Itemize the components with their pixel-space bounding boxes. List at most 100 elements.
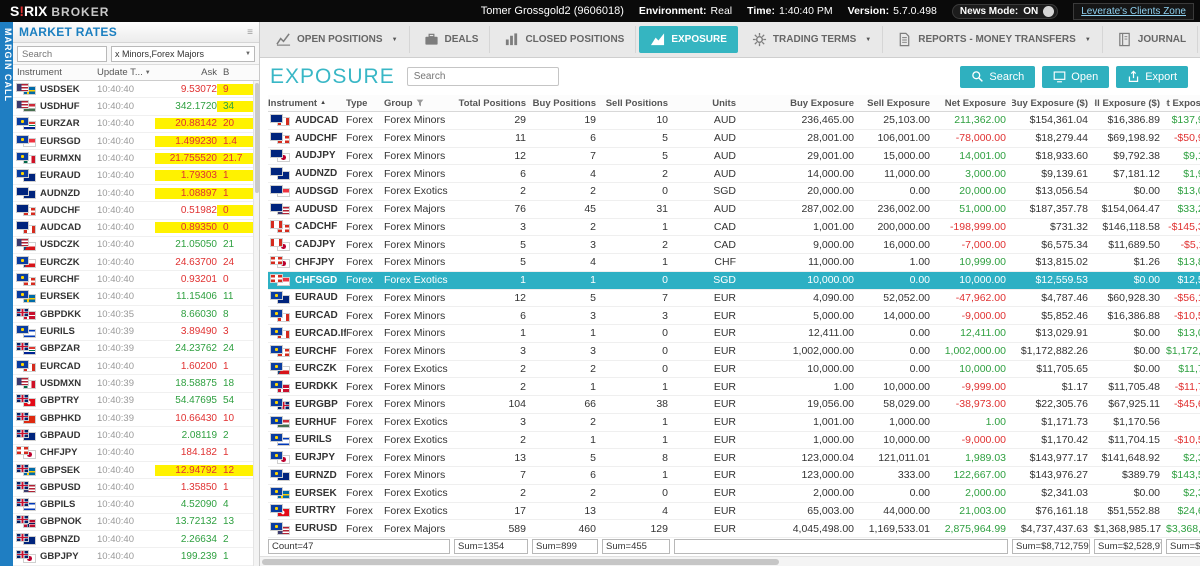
market-rate-row[interactable]: EURCAD10:40:401.602001	[13, 358, 259, 375]
exposure-row[interactable]: EURILSForexForex Exotics211EUR1,000.0010…	[268, 432, 1200, 450]
exposure-row[interactable]: AUDUSDForexForex Majors764531AUD287,002.…	[268, 201, 1200, 219]
col-header-sell-exposure[interactable]: Sell Exposure ($)	[1094, 98, 1166, 109]
scrollbar-thumb[interactable]	[255, 83, 259, 193]
col-header-sell-positions[interactable]: Sell Positions	[602, 98, 674, 109]
market-rate-row[interactable]: EURCHF10:40:400.932010	[13, 271, 259, 288]
market-rate-row[interactable]: GBPNOK10:40:4013.7213213	[13, 514, 259, 531]
tab-exposure[interactable]: EXPOSURE	[639, 26, 738, 53]
market-rate-row[interactable]: GBPUSD10:40:401.358501	[13, 479, 259, 496]
col-header-buy-exposure[interactable]: Buy Exposure	[742, 98, 860, 109]
exposure-row[interactable]: AUDJPYForexForex Minors1275AUD29,001.001…	[268, 148, 1200, 166]
margin-call-tab[interactable]: MARGIN CALL	[0, 22, 13, 566]
market-rate-row[interactable]: EURZAR10:40:4020.8814220	[13, 116, 259, 133]
market-rate-row[interactable]: EURILS10:40:393.894903	[13, 323, 259, 340]
open-button[interactable]: Open	[1042, 66, 1109, 88]
market-rate-row[interactable]: CHFJPY10:40:40184.1821	[13, 445, 259, 462]
market-rate-row[interactable]: GBPJPY10:40:40199.2391	[13, 548, 259, 565]
exposure-row[interactable]: EURGBPForexForex Minors1046638EUR19,056.…	[268, 396, 1200, 414]
tab-deals[interactable]: DEALS	[413, 26, 491, 53]
exposure-row[interactable]: EURUSDForexForex Majors589460129EUR4,045…	[268, 520, 1200, 538]
exposure-row[interactable]: AUDCADForexForex Minors291910AUD236,465.…	[268, 112, 1200, 130]
market-col-ask[interactable]: Ask	[155, 67, 217, 78]
panel-menu-icon[interactable]: ≡	[247, 27, 253, 38]
instrument-name: GBPZAR	[40, 343, 80, 354]
exposure-row[interactable]: EURHUFForexForex Exotics321EUR1,001.001,…	[268, 414, 1200, 432]
exposure-row[interactable]: CHFJPYForexForex Minors541CHF11,000.001.…	[268, 254, 1200, 272]
col-header-instrument[interactable]: Instrument▲	[268, 98, 346, 109]
col-header-units[interactable]: Units	[674, 98, 742, 109]
market-col-instrument[interactable]: Instrument	[13, 67, 97, 78]
tab-journal[interactable]: JOURNAL	[1106, 26, 1198, 53]
market-rate-row[interactable]: EURCZK10:40:4024.6370024	[13, 254, 259, 271]
news-mode-toggle[interactable]: News Mode: ON	[952, 4, 1058, 19]
filter-icon[interactable]	[416, 99, 424, 107]
tab-open-positions[interactable]: OPEN POSITIONS▼	[265, 26, 410, 53]
exposure-row[interactable]: CHFSGDForexForex Exotics110SGD10,000.000…	[268, 272, 1200, 290]
exposure-row[interactable]: EURDKKForexForex Minors211EUR1.0010,000.…	[268, 378, 1200, 396]
exposure-row[interactable]: EURCZKForexForex Exotics220EUR10,000.000…	[268, 361, 1200, 379]
market-rate-row[interactable]: EURSGD10:40:401.4992301.4	[13, 133, 259, 150]
tab-closed-positions[interactable]: CLOSED POSITIONS	[493, 26, 636, 53]
market-rate-row[interactable]: AUDCHF10:40:400.519820	[13, 202, 259, 219]
market-rate-row[interactable]: EURAUD10:40:401.793031	[13, 168, 259, 185]
area-chart-icon	[650, 32, 665, 47]
col-header-type[interactable]: Type	[346, 98, 384, 109]
exposure-row[interactable]: AUDSGDForexForex Exotics220SGD20,000.000…	[268, 183, 1200, 201]
market-rate-row[interactable]: AUDNZD10:40:401.088971	[13, 185, 259, 202]
exposure-row[interactable]: EURTRYForexForex Exotics17134EUR65,003.0…	[268, 503, 1200, 521]
toggle-knob-icon[interactable]	[1043, 6, 1054, 17]
horizontal-scrollbar[interactable]	[260, 556, 1200, 566]
market-rate-row[interactable]: USDMXN10:40:3918.5887518	[13, 375, 259, 392]
exposure-row[interactable]: CADCHFForexForex Minors321CAD1,001.00200…	[268, 219, 1200, 237]
export-button[interactable]: Export	[1116, 66, 1188, 88]
market-rate-row[interactable]: GBPDKK10:40:358.660308	[13, 306, 259, 323]
exposure-row[interactable]: EURCAD.IfForexForex Minors110EUR12,411.0…	[268, 325, 1200, 343]
exposure-row[interactable]: CADJPYForexForex Minors532CAD9,000.0016,…	[268, 236, 1200, 254]
market-rate-row[interactable]: GBPTRY10:40:3954.4769554	[13, 393, 259, 410]
market-rate-row[interactable]: EURSEK10:40:4011.1540611	[13, 289, 259, 306]
col-header-sell-exposure[interactable]: Sell Exposure	[860, 98, 936, 109]
clients-zone-link[interactable]: Leverate's Clients Zone	[1073, 3, 1194, 20]
col-header-buy-positions[interactable]: Buy Positions	[532, 98, 602, 109]
col-header-group[interactable]: Group	[384, 98, 454, 109]
col-header-total-positions[interactable]: Total Positions	[454, 98, 532, 109]
exposure-row[interactable]: EURNZDForexForex Minors761EUR123,000.003…	[268, 467, 1200, 485]
market-rate-row[interactable]: GBPAUD10:40:402.081192	[13, 427, 259, 444]
exposure-row[interactable]: EURAUDForexForex Minors1257EUR4,090.0052…	[268, 290, 1200, 308]
scrollbar-thumb[interactable]	[262, 559, 779, 565]
chevron-down-icon[interactable]: ▼	[865, 37, 871, 43]
market-rate-row[interactable]: AUDCAD10:40:400.893500	[13, 220, 259, 237]
cell-group: Forex Minors	[384, 327, 454, 339]
search-button[interactable]: Search	[960, 66, 1035, 88]
market-rates-search-input[interactable]	[17, 46, 107, 62]
tab-trading-terms[interactable]: TRADING TERMS▼	[741, 26, 883, 53]
exposure-row[interactable]: AUDNZDForexForex Minors642AUD14,000.0011…	[268, 165, 1200, 183]
market-rate-row[interactable]: GBPHKD10:40:3910.6643010	[13, 410, 259, 427]
col-header-buy-exposure[interactable]: Buy Exposure ($)	[1012, 98, 1094, 109]
market-rate-row[interactable]: GBPZAR10:40:3924.2376224	[13, 341, 259, 358]
market-rate-row[interactable]: USDHUF10:40:40342.172034	[13, 98, 259, 115]
market-rate-row[interactable]: EURMXN10:40:4021.75552021.7	[13, 150, 259, 167]
market-col-b[interactable]: B	[217, 67, 259, 78]
exposure-search-input[interactable]	[407, 67, 559, 86]
exposure-row[interactable]: AUDCHFForexForex Minors1165AUD28,001.001…	[268, 130, 1200, 148]
exposure-row[interactable]: EURSEKForexForex Exotics220EUR2,000.000.…	[268, 485, 1200, 503]
market-rate-row[interactable]: GBPSEK10:40:4012.9479212	[13, 462, 259, 479]
exposure-row[interactable]: EURCADForexForex Minors633EUR5,000.0014,…	[268, 307, 1200, 325]
exposure-row[interactable]: EURCHFForexForex Minors330EUR1,002,000.0…	[268, 343, 1200, 361]
market-rates-filter-dropdown[interactable]: x Minors,Forex Majors ▼	[111, 46, 255, 62]
chevron-down-icon[interactable]: ▼	[392, 37, 398, 43]
vertical-scrollbar[interactable]	[253, 81, 259, 566]
market-col-update-t[interactable]: Update T...▼	[97, 67, 155, 78]
exposure-row[interactable]: EURJPYForexForex Minors1358EUR123,000.04…	[268, 449, 1200, 467]
market-rate-row[interactable]: USDSEK10:40:409.530729	[13, 81, 259, 98]
flag-pair	[16, 152, 37, 165]
market-rate-row[interactable]: GBPNZD10:40:402.266342	[13, 531, 259, 548]
col-header-net-exposure[interactable]: Net Exposure	[936, 98, 1012, 109]
chevron-down-icon[interactable]: ▼	[1085, 37, 1091, 43]
market-rate-row[interactable]: GBPILS10:40:404.520904	[13, 497, 259, 514]
tab-reports-money-transfers[interactable]: REPORTS - MONEY TRANSFERS▼	[886, 26, 1103, 53]
ask-value: 4.52090	[155, 499, 217, 510]
market-rate-row[interactable]: USDCZK10:40:4021.0505021	[13, 237, 259, 254]
col-header-net-exposure[interactable]: Net Exposure ($)	[1166, 98, 1200, 109]
